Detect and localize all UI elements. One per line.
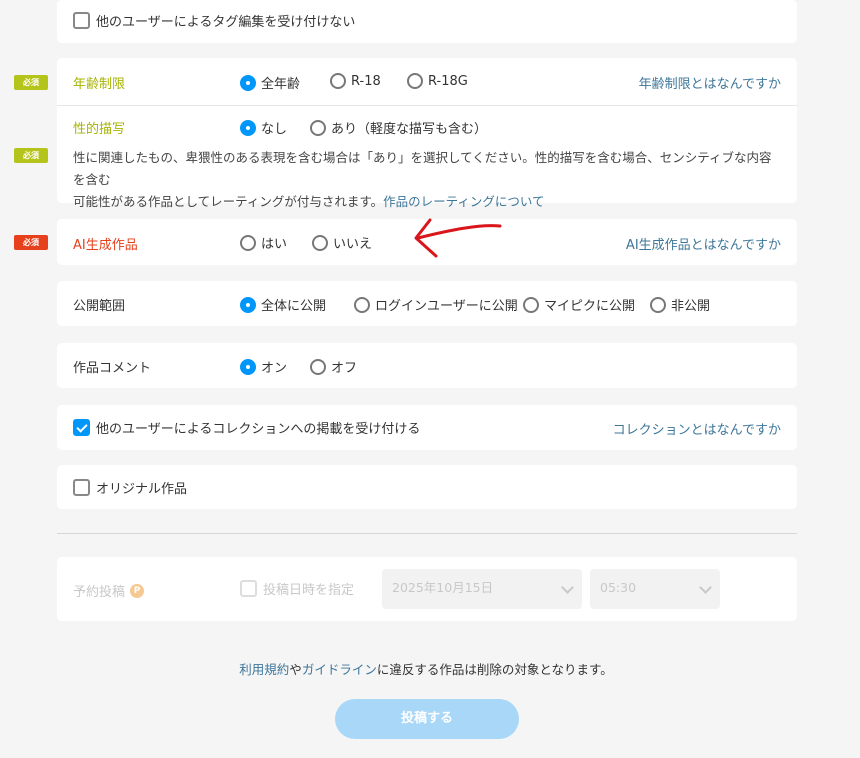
radio-icon[interactable] <box>354 296 370 313</box>
description-line-2-text: 可能性がある作品としてレーティングが付与されます。 <box>73 194 384 209</box>
radio-icon[interactable] <box>407 73 423 89</box>
ai-option-yes-label: はい <box>261 237 288 252</box>
collection-help-link[interactable]: コレクションとはなんですか <box>613 419 781 438</box>
collection-checkbox[interactable] <box>73 419 90 436</box>
radio-icon[interactable] <box>240 74 256 91</box>
sexual-option-yes-label: あり（軽度な描写も含む） <box>331 122 488 137</box>
chevron-down-icon <box>699 581 712 594</box>
schedule-card: 予約投稿 P 投稿日時を指定 2025年10月15日 05:30 <box>57 557 797 621</box>
sexual-depiction-description: 性に関連したもの、卑猥性のある表現を含む場合は「あり」を選択してください。性的描… <box>73 147 781 213</box>
age-option-r18g[interactable]: R-18G <box>407 73 468 89</box>
required-badge-ai: 必須 <box>14 235 48 250</box>
comments-option-on[interactable]: オン <box>240 357 287 376</box>
radio-icon[interactable] <box>523 296 539 313</box>
submit-button[interactable]: 投稿する <box>335 699 519 739</box>
age-option-all-label: 全年齢 <box>261 77 301 92</box>
visibility-option-login[interactable]: ログインユーザーに公開 <box>354 295 518 314</box>
radio-icon[interactable] <box>240 296 256 313</box>
collection-label: 他のユーザーによるコレクションへの掲載を受け付ける <box>96 422 421 437</box>
ai-generated-help-link[interactable]: AI生成作品とはなんですか <box>626 234 781 253</box>
terms-notice: 利用規約やガイドラインに違反する作品は削除の対象となります。 <box>0 659 852 678</box>
terms-link[interactable]: 利用規約 <box>239 662 289 677</box>
visibility-option-mypixiv-label: マイピクに公開 <box>544 299 636 314</box>
radio-icon[interactable] <box>240 234 256 251</box>
sexual-depiction-row: 性的描写 なし あり（軽度な描写も含む） 性に関連したもの、卑猥性のある表現を含… <box>57 106 797 209</box>
radio-icon[interactable] <box>312 234 328 251</box>
schedule-checkbox-label: 投稿日時を指定 <box>263 583 355 598</box>
sexual-depiction-label: 性的描写 <box>73 122 126 137</box>
guideline-link[interactable]: ガイドライン <box>302 662 377 677</box>
schedule-checkbox-option[interactable]: 投稿日時を指定 <box>240 579 354 598</box>
visibility-option-private-label: 非公開 <box>671 299 711 314</box>
visibility-option-public-label: 全体に公開 <box>261 299 327 314</box>
schedule-date-value: 2025年10月15日 <box>392 580 494 595</box>
age-restriction-help-link[interactable]: 年齢制限とはなんですか <box>639 73 781 92</box>
description-line-2: 可能性がある作品としてレーティングが付与されます。作品のレーティングについて <box>73 191 781 213</box>
section-divider <box>57 533 797 534</box>
required-badge-age: 必須 <box>14 75 48 90</box>
ai-option-no[interactable]: いいえ <box>312 233 372 252</box>
schedule-checkbox[interactable] <box>240 580 257 597</box>
sexual-option-none-label: なし <box>261 122 288 137</box>
ai-generated-label: AI生成作品 <box>73 238 138 253</box>
original-checkbox[interactable] <box>73 479 90 496</box>
visibility-option-private[interactable]: 非公開 <box>650 295 710 314</box>
ai-option-no-label: いいえ <box>333 237 373 252</box>
age-option-all[interactable]: 全年齢 <box>240 73 300 92</box>
radio-icon[interactable] <box>310 358 326 375</box>
radio-icon[interactable] <box>650 296 666 313</box>
sexual-option-none[interactable]: なし <box>240 118 287 137</box>
sexual-option-yes[interactable]: あり（軽度な描写も含む） <box>310 118 487 137</box>
comments-card: 作品コメント オン オフ <box>57 343 797 388</box>
tag-edit-checkbox-option[interactable]: 他のユーザーによるタグ編集を受け付けない <box>73 11 355 30</box>
ai-option-yes[interactable]: はい <box>240 233 287 252</box>
schedule-time-value: 05:30 <box>600 580 637 595</box>
collection-checkbox-option[interactable]: 他のユーザーによるコレクションへの掲載を受け付ける <box>73 418 420 437</box>
annotation-arrow-icon <box>414 218 502 258</box>
visibility-card: 公開範囲 全体に公開 ログインユーザーに公開 マイピクに公開 非公開 <box>57 281 797 326</box>
rating-card: 年齢制限 全年齢 R-18 R-18G 年齢制限とはなんですか 性的描写 なし … <box>57 58 797 209</box>
schedule-time-select[interactable]: 05:30 <box>590 569 720 609</box>
visibility-option-mypixiv[interactable]: マイピクに公開 <box>523 295 635 314</box>
age-restriction-row: 年齢制限 全年齢 R-18 R-18G 年齢制限とはなんですか <box>57 58 797 106</box>
original-label: オリジナル作品 <box>96 482 188 497</box>
collection-card: 他のユーザーによるコレクションへの掲載を受け付ける コレクションとはなんですか <box>57 405 797 450</box>
radio-icon[interactable] <box>330 73 346 89</box>
original-card: オリジナル作品 <box>57 465 797 509</box>
notice-text-1: や <box>289 662 302 677</box>
tag-edit-checkbox[interactable] <box>73 12 90 29</box>
schedule-label-text: 予約投稿 <box>73 585 126 600</box>
visibility-option-public[interactable]: 全体に公開 <box>240 295 326 314</box>
rating-info-link[interactable]: 作品のレーティングについて <box>383 194 544 209</box>
visibility-option-login-label: ログインユーザーに公開 <box>375 299 518 314</box>
comments-option-on-label: オン <box>261 361 288 376</box>
visibility-label: 公開範囲 <box>73 299 126 314</box>
radio-icon[interactable] <box>240 119 256 136</box>
schedule-label: 予約投稿 P <box>73 581 145 600</box>
age-option-r18[interactable]: R-18 <box>330 73 381 89</box>
radio-icon[interactable] <box>240 358 256 375</box>
original-checkbox-option[interactable]: オリジナル作品 <box>73 478 187 497</box>
tag-edit-label: 他のユーザーによるタグ編集を受け付けない <box>96 15 356 30</box>
age-option-r18-label: R-18 <box>351 73 381 89</box>
premium-icon: P <box>130 583 145 598</box>
comments-label: 作品コメント <box>73 361 152 376</box>
notice-text-2: に違反する作品は削除の対象となります。 <box>376 662 613 677</box>
comments-option-off[interactable]: オフ <box>310 357 357 376</box>
comments-option-off-label: オフ <box>331 361 358 376</box>
required-badge-sexual: 必須 <box>14 148 48 163</box>
age-option-r18g-label: R-18G <box>428 73 468 89</box>
schedule-date-select[interactable]: 2025年10月15日 <box>382 569 582 609</box>
chevron-down-icon <box>561 581 574 594</box>
radio-icon[interactable] <box>310 119 326 136</box>
tag-edit-card: 他のユーザーによるタグ編集を受け付けない <box>57 0 797 43</box>
age-restriction-label: 年齢制限 <box>73 77 126 92</box>
description-line-1: 性に関連したもの、卑猥性のある表現を含む場合は「あり」を選択してください。性的描… <box>73 150 772 187</box>
